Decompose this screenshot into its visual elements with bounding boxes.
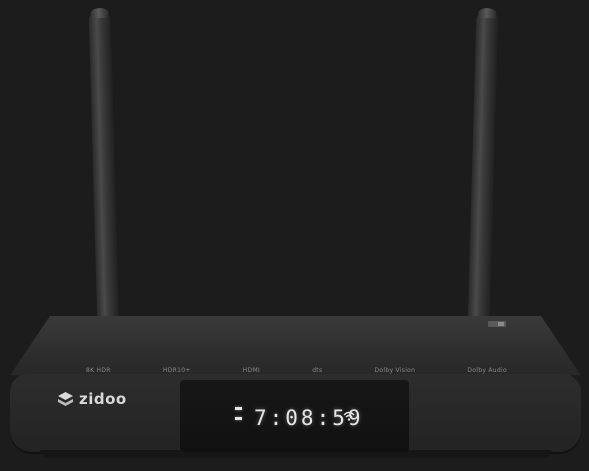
zidoo-logo-icon xyxy=(58,391,73,406)
status-indicator-icon xyxy=(235,407,242,425)
left-antenna-tip xyxy=(90,7,109,19)
left-antenna xyxy=(88,7,120,327)
right-antenna xyxy=(467,7,499,327)
product-scene: 8K HDR HDR10+ HDMI dts Dolby Vision Dolb… xyxy=(0,0,589,471)
brand-logo: zidoo xyxy=(57,390,127,408)
rear-port-icon xyxy=(488,321,506,327)
right-antenna-tip xyxy=(478,7,497,19)
wifi-icon xyxy=(343,411,355,421)
brand-name: zidoo xyxy=(79,390,127,408)
